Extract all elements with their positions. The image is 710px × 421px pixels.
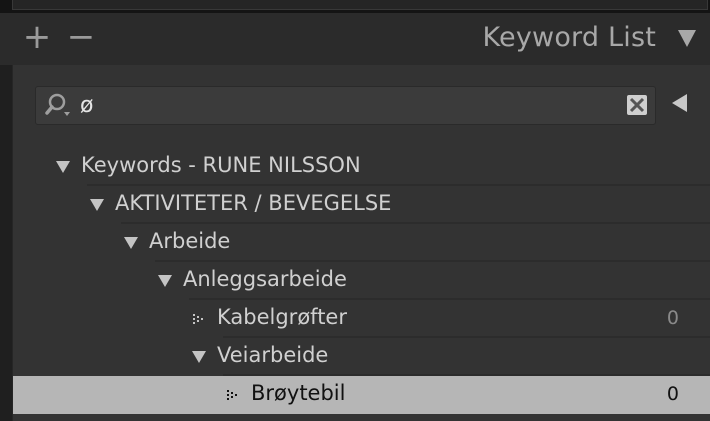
add-keyword-button[interactable]: + xyxy=(22,17,52,57)
previous-panel-bottom xyxy=(12,0,708,10)
leaf-keyword-icon xyxy=(193,314,203,324)
keyword-label: Brøytebil xyxy=(251,381,346,405)
top-panel-edge xyxy=(0,0,710,13)
keyword-list-header[interactable]: + − Keyword List xyxy=(0,13,710,65)
search-icon[interactable] xyxy=(44,92,74,118)
keyword-label: Anleggsarbeide xyxy=(183,267,347,291)
keyword-count: 0 xyxy=(666,383,679,405)
keyword-filter-input[interactable] xyxy=(80,90,600,120)
keyword-count: 0 xyxy=(666,307,679,329)
keyword-list-panel: Keywords - RUNE NILSSON AKTIVITETER / BEV… xyxy=(12,65,710,421)
expand-triangle-icon[interactable] xyxy=(191,350,207,364)
expand-triangle-icon[interactable] xyxy=(55,160,71,174)
keyword-label: Arbeide xyxy=(149,229,231,253)
remove-keyword-button[interactable]: − xyxy=(66,17,96,57)
keyword-row[interactable]: AKTIVITETER / BEVEGELSE xyxy=(13,186,710,224)
expand-triangle-icon[interactable] xyxy=(157,274,173,288)
panel-title: Keyword List xyxy=(482,22,656,53)
keyword-row[interactable]: Kabelgrøfter 0 xyxy=(13,300,710,338)
keyword-label: Kabelgrøfter xyxy=(217,305,347,329)
keyword-label: AKTIVITETER / BEVEGELSE xyxy=(115,191,392,215)
triangle-left-icon[interactable] xyxy=(669,92,689,114)
expand-triangle-icon[interactable] xyxy=(123,236,139,250)
keyword-row[interactable]: Veiarbeide xyxy=(13,338,710,376)
close-icon xyxy=(629,97,645,113)
keyword-row[interactable]: Anleggsarbeide xyxy=(13,262,710,300)
keyword-row[interactable]: Arbeide xyxy=(13,224,710,262)
keyword-row[interactable]: Brøytebil 0 xyxy=(13,376,710,414)
keyword-label: Keywords - RUNE NILSSON xyxy=(81,153,361,177)
collapse-panel-icon[interactable] xyxy=(676,27,698,49)
leaf-keyword-icon xyxy=(227,390,237,400)
clear-filter-button[interactable] xyxy=(627,95,647,115)
keyword-label: Veiarbeide xyxy=(217,343,329,367)
keyword-row[interactable]: Keywords - RUNE NILSSON xyxy=(13,148,710,186)
expand-triangle-icon[interactable] xyxy=(89,198,105,212)
keyword-filter-box[interactable] xyxy=(35,86,656,125)
